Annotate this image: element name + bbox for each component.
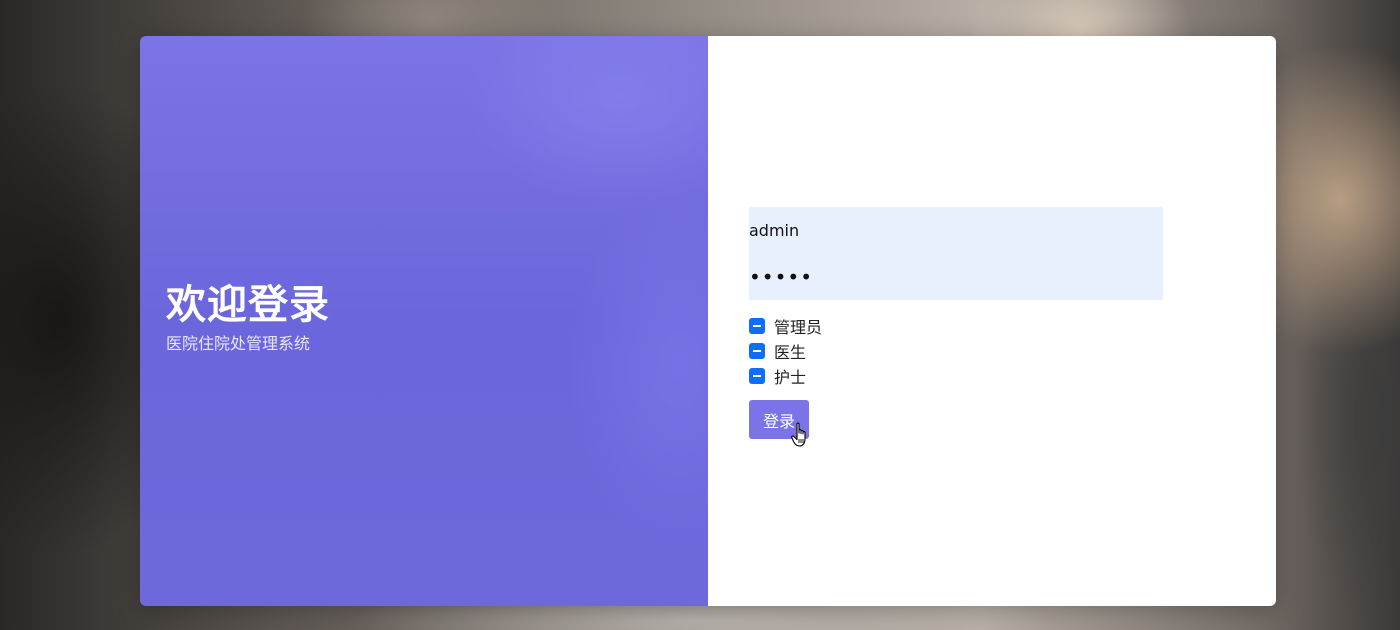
role-checkbox-doctor[interactable]	[749, 342, 765, 359]
password-input[interactable]	[749, 253, 1163, 300]
role-checkbox-group: 管理员 医生 护士	[749, 313, 1163, 388]
role-option-doctor[interactable]: 医生	[749, 338, 1163, 363]
login-button[interactable]: 登录	[749, 400, 809, 447]
system-subtitle: 医院住院处管理系统	[166, 334, 311, 353]
username-input[interactable]	[749, 207, 1163, 253]
role-option-admin[interactable]: 管理员	[749, 313, 1163, 338]
role-checkbox-admin[interactable]	[749, 317, 765, 334]
role-label-nurse: 护士	[774, 367, 807, 387]
login-button-label: 登录	[762, 411, 795, 431]
login-form: 管理员 医生 护士 登录	[749, 207, 1163, 447]
welcome-panel: 欢迎登录 医院住院处管理系统	[140, 36, 708, 606]
role-label-admin: 管理员	[774, 317, 823, 337]
role-label-doctor: 医生	[774, 342, 807, 362]
role-checkbox-nurse[interactable]	[749, 367, 765, 384]
welcome-title: 欢迎登录	[166, 282, 330, 328]
login-card: 欢迎登录 医院住院处管理系统 管理员 医生 护士	[140, 36, 1276, 606]
role-option-nurse[interactable]: 护士	[749, 363, 1163, 388]
login-form-panel: 管理员 医生 护士 登录	[708, 36, 1276, 606]
